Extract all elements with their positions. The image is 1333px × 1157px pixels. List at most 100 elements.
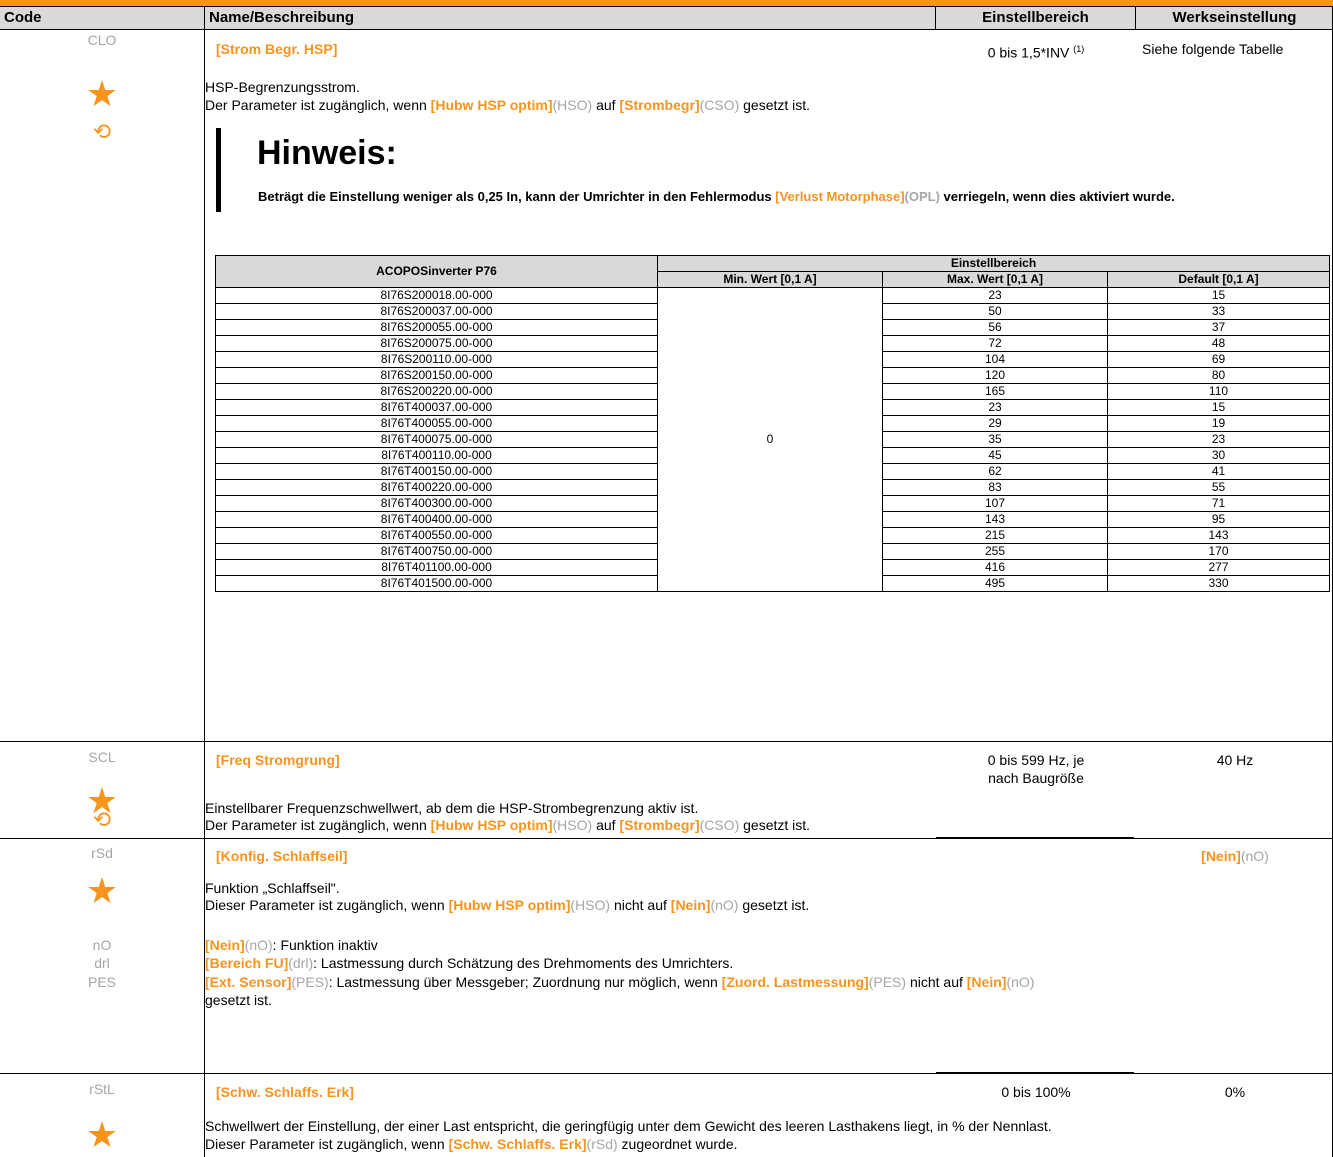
note-body: Beträgt die Einstellung weniger als 0,25…	[258, 188, 1328, 206]
range-scl-2: nach Baugröße	[988, 770, 1084, 786]
range-clo: 0 bis 1,5*INV (1)	[936, 41, 1136, 62]
code-rstl: rStL	[89, 1081, 115, 1097]
desc-text: gesetzt ist.	[738, 897, 810, 913]
model-cell: 8I76T400750.00-000	[215, 543, 658, 560]
default-value-cell: 55	[1107, 479, 1330, 496]
desc-rsd-1: Funktion „Schlaffseil".	[205, 880, 340, 896]
default-value-cell: 143	[1107, 527, 1330, 544]
desc-text: Der Parameter ist zugänglich, wenn	[205, 817, 431, 833]
desc-text: Dieser Parameter ist zugänglich, wenn	[205, 897, 449, 913]
col-default: Default [0,1 A]	[1107, 271, 1330, 288]
option-text: : Lastmessung durch Schätzung des Drehmo…	[313, 955, 734, 971]
code-ref: (rSd)	[586, 1136, 618, 1152]
code-ref: (HSO)	[570, 897, 611, 913]
rotate-icon: ⟲	[92, 807, 112, 832]
header-top-line	[0, 6, 1333, 7]
option-label: [Ext. Sensor]	[205, 974, 292, 990]
default-value-cell: 15	[1107, 399, 1330, 416]
option-code-pes: PES	[87, 974, 116, 990]
max-value-cell: 62	[882, 463, 1108, 480]
factory-rsd: [Nein](nO)	[1136, 848, 1333, 865]
max-value-cell: 35	[882, 431, 1108, 448]
desc-clo-1: HSP-Begrenzungsstrom.	[205, 79, 360, 95]
option-code: (drl)	[288, 955, 314, 971]
model-cell: 8I76S200075.00-000	[215, 335, 658, 352]
desc-text: nicht auf	[610, 897, 671, 913]
range-clo-value: 0 bis 1,5*INV	[987, 44, 1070, 61]
option-code: (nO)	[244, 937, 273, 953]
default-value-cell: 95	[1107, 511, 1330, 528]
option-text: : Funktion inaktiv	[272, 937, 378, 953]
desc-rstl-1: Schwellwert der Einstellung, der einer L…	[205, 1118, 1052, 1134]
header-bottom-line	[0, 29, 1333, 30]
desc-text: gesetzt ist.	[739, 817, 811, 833]
default-value-cell: 41	[1107, 463, 1330, 480]
header-code: Code	[0, 7, 204, 29]
star-icon: ★	[85, 73, 119, 114]
option-label: [Nein]	[205, 937, 245, 953]
model-cell: 8I76T400037.00-000	[215, 399, 658, 416]
header-divider-2	[1135, 6, 1136, 29]
desc-text: zugeordnet wurde.	[617, 1136, 738, 1152]
param-ref: [Zuord. Lastmessung]	[721, 974, 869, 990]
min-value-cell: 0	[657, 287, 883, 592]
range-clo-footnote: (1)	[1073, 44, 1085, 54]
default-value-cell: 71	[1107, 495, 1330, 512]
param-name-rsd: [Konfig. Schlaffseil]	[216, 848, 348, 864]
col-group: Einstellbereich	[657, 255, 1330, 272]
model-cell: 8I76S200037.00-000	[215, 303, 658, 320]
model-cell: 8I76S200055.00-000	[215, 319, 658, 336]
code-clo: CLO	[87, 32, 117, 48]
param-ref: [Nein]	[670, 897, 711, 913]
model-cell: 8I76T400300.00-000	[215, 495, 658, 512]
model-cell: 8I76S200018.00-000	[215, 287, 658, 304]
model-cell: 8I76S200110.00-000	[215, 351, 658, 368]
default-value-cell: 170	[1107, 543, 1330, 560]
model-cell: 8I76T401500.00-000	[215, 575, 658, 592]
factory-scl: 40 Hz	[1216, 752, 1254, 768]
code-ref: (nO)	[1006, 974, 1035, 990]
default-value-cell: 330	[1107, 575, 1330, 592]
note-title: Hinweis:	[257, 134, 397, 172]
option-code: (PES)	[291, 974, 329, 990]
max-value-cell: 72	[882, 335, 1108, 352]
range-cell-line-2	[936, 1072, 1134, 1073]
default-value-cell: 15	[1107, 287, 1330, 304]
col-model: ACOPOSinverter P76	[215, 255, 658, 288]
max-value-cell: 45	[882, 447, 1108, 464]
table-row: 8I76S200018.00-000 0 23 15	[215, 287, 1330, 592]
max-value-cell: 104	[882, 351, 1108, 368]
row-divider-clo	[0, 741, 1333, 742]
code-ref: (HSO)	[552, 817, 593, 833]
param-ref: [Strombegr]	[619, 97, 700, 113]
model-cell: 8I76T400055.00-000	[215, 415, 658, 432]
range-rstl: 0 bis 100%	[1001, 1084, 1071, 1100]
option-code-no: nO	[92, 937, 112, 953]
note-bar	[216, 128, 221, 212]
default-value-cell: 33	[1107, 303, 1330, 320]
option-text: nicht auf	[906, 974, 967, 990]
param-ref: [Nein]	[966, 974, 1007, 990]
max-value-cell: 416	[882, 559, 1108, 576]
col-min: Min. Wert [0,1 A]	[657, 271, 883, 288]
desc-text: gesetzt ist.	[739, 97, 811, 113]
code-ref: (PES)	[868, 974, 907, 990]
note-code-ref: (OPL)	[904, 189, 940, 204]
model-cell: 8I76T400550.00-000	[215, 527, 658, 544]
default-value-cell: 110	[1107, 383, 1330, 400]
factory-clo: Siehe folgende Tabelle	[1142, 41, 1284, 57]
model-cell: 8I76S200220.00-000	[215, 383, 658, 400]
max-value-cell: 120	[882, 367, 1108, 384]
desc-text: auf	[592, 97, 620, 113]
default-value-cell: 69	[1107, 351, 1330, 368]
code-ref: (CSO)	[699, 97, 740, 113]
star-icon: ★	[85, 1114, 119, 1155]
inverter-table-body: 8I76S200018.00-000 0 23 15 8I76S200037.00-00…	[215, 287, 1330, 592]
option-pes-cont: gesetzt ist.	[205, 992, 272, 1008]
note-param-ref: [Verlust Motorphase]	[775, 189, 905, 204]
header-divider-1	[935, 6, 936, 29]
max-value-cell: 56	[882, 319, 1108, 336]
range-scl-1: 0 bis 599 Hz, je	[987, 752, 1085, 768]
default-value-cell: 23	[1107, 431, 1330, 448]
desc-rsd-2: Dieser Parameter ist zugänglich, wenn [H…	[205, 897, 809, 914]
